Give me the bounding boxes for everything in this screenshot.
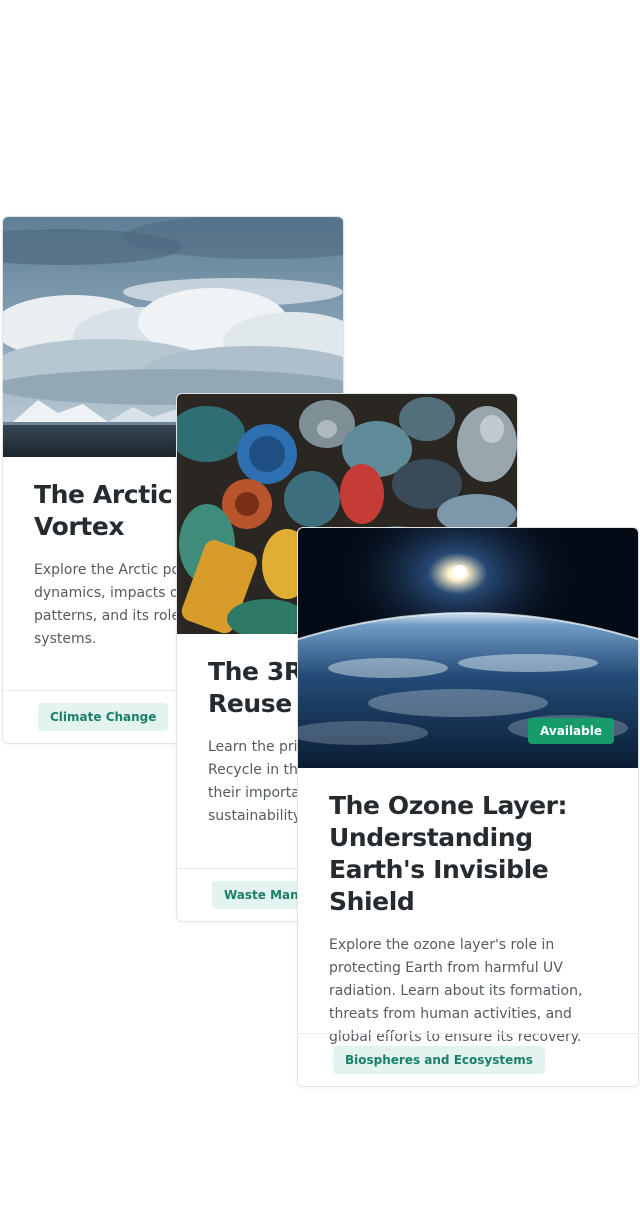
card-footer: Biospheres and Ecosystems <box>298 1033 638 1086</box>
category-tag[interactable]: Biospheres and Ecosystems <box>333 1046 545 1074</box>
availability-badge: Available <box>528 718 614 744</box>
course-card-ozone[interactable]: Available The Ozone Layer: Understanding… <box>297 527 639 1087</box>
category-tag[interactable]: Climate Change <box>38 703 169 731</box>
card-title[interactable]: The Ozone Layer: Understanding Earth's I… <box>329 790 607 918</box>
card-description: Explore the ozone layer's role in protec… <box>329 937 583 1045</box>
earth-from-space-image: Available <box>298 528 638 768</box>
card-body: The Ozone Layer: Understanding Earth's I… <box>298 768 638 1049</box>
card-stack: The Arctic Polar Vortex Explore the Arct… <box>0 0 640 1228</box>
